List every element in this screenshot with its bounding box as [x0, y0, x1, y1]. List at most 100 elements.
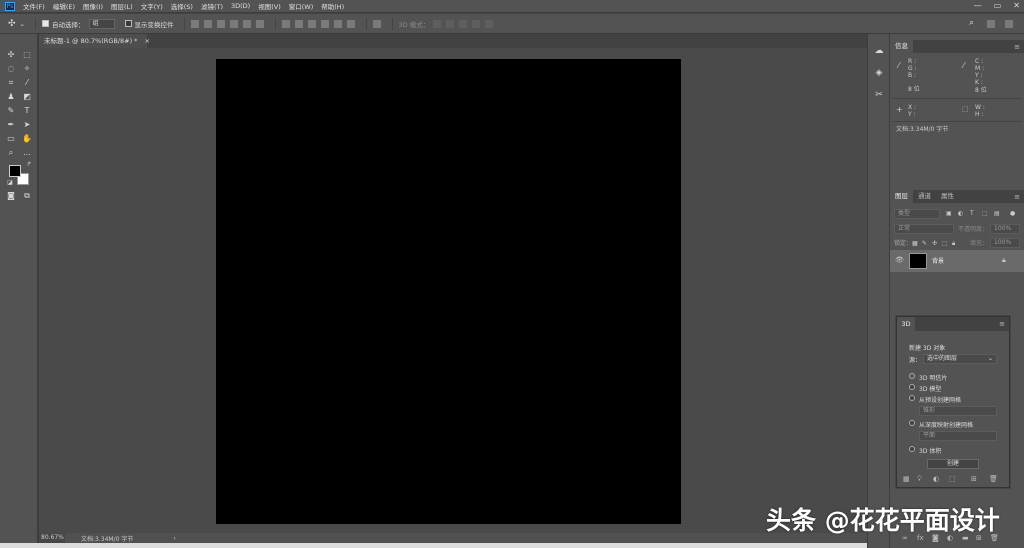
panel-menu-icon[interactable]: ≡ [999, 320, 1005, 328]
foreground-color-swatch[interactable] [9, 165, 21, 177]
auto-select-dropdown[interactable]: 组 [88, 18, 115, 29]
menu-file[interactable]: 文件(F) [23, 1, 45, 11]
screen-mode-icon[interactable]: ⧉ [21, 191, 33, 201]
status-menu-arrow-icon[interactable]: › [173, 535, 175, 542]
layer-thumbnail[interactable] [909, 253, 927, 269]
distribute-left-icon[interactable] [320, 19, 329, 28]
close-button[interactable]: ✕ [1013, 1, 1020, 10]
lock-artboard-icon[interactable]: ⬚ [942, 240, 948, 247]
workspace-icon[interactable] [987, 20, 995, 28]
lock-pixels-icon[interactable]: ✎ [922, 240, 927, 247]
align-right-icon[interactable] [255, 19, 264, 28]
distribute-top-icon[interactable] [281, 19, 290, 28]
source-dropdown[interactable]: 选中的图层 ⌄ [923, 354, 997, 364]
align-bottom-icon[interactable] [216, 19, 225, 28]
layer-name[interactable]: 背景 [932, 258, 944, 265]
filter-adjustment-icon[interactable]: ◐ [958, 210, 963, 217]
create-button[interactable]: 创建 [927, 459, 979, 469]
menu-filter[interactable]: 滤镜(T) [201, 1, 223, 11]
preset-dropdown[interactable]: 锥形 [919, 406, 997, 416]
move-tool-icon[interactable]: ✣ [5, 50, 17, 60]
tab-info[interactable]: 信息 [890, 40, 913, 53]
hand-tool-icon[interactable]: ✋ [21, 134, 33, 144]
align-hcenter-icon[interactable] [242, 19, 251, 28]
tab-layers[interactable]: 图层 [890, 190, 913, 203]
magic-wand-tool-icon[interactable]: ✧ [21, 64, 33, 74]
document-canvas[interactable] [216, 59, 681, 524]
auto-select-checkbox[interactable] [42, 20, 49, 27]
opacity-field[interactable]: 100% [990, 224, 1020, 234]
radio-3d-model[interactable] [909, 384, 915, 390]
menu-select[interactable]: 选择(S) [171, 1, 193, 11]
3d-pan-icon[interactable] [459, 19, 468, 28]
filter-smart-object-icon[interactable]: ▤ [994, 210, 1000, 217]
3d-roll-icon[interactable] [446, 19, 455, 28]
panel-menu-icon[interactable]: ≡ [1014, 193, 1020, 201]
quick-mask-icon[interactable]: ◙ [5, 191, 17, 201]
visibility-eye-icon[interactable]: 👁︎ [895, 257, 904, 264]
tool-preset-dropdown-icon[interactable]: ⌄ [20, 20, 25, 28]
3d-scale-icon[interactable] [485, 19, 494, 28]
default-colors-icon[interactable]: ◪ [4, 178, 16, 188]
tab-properties[interactable]: 属性 [936, 190, 959, 203]
menu-help[interactable]: 帮助(H) [321, 1, 344, 11]
lock-transparent-icon[interactable]: ▦ [912, 240, 918, 247]
depth-dropdown[interactable]: 平面 [919, 431, 997, 441]
3d-delete-icon[interactable]: 🗑︎ [989, 475, 998, 483]
brush-tool-icon[interactable]: ✎ [5, 106, 17, 116]
crop-tool-icon[interactable]: ⌗ [5, 78, 17, 88]
maximize-button[interactable]: ▭ [994, 1, 1002, 10]
blend-mode-dropdown[interactable]: 正常 [894, 224, 954, 234]
align-left-icon[interactable] [229, 19, 238, 28]
3d-scene-icon[interactable]: ▦ [903, 475, 910, 483]
rectangle-tool-icon[interactable]: ▭ [5, 134, 17, 144]
3d-add-icon[interactable]: ⊞ [971, 475, 977, 483]
show-transform-checkbox[interactable] [124, 20, 132, 27]
tab-channels[interactable]: 通道 [913, 190, 936, 203]
auto-align-icon[interactable] [372, 19, 381, 28]
filter-toggle-icon[interactable]: ● [1010, 210, 1015, 217]
search-icon[interactable]: ⌕ [969, 18, 974, 28]
align-vcenter-icon[interactable] [203, 19, 212, 28]
adjustments-icon[interactable]: ◈ [873, 68, 885, 79]
3d-slide-icon[interactable] [472, 19, 481, 28]
menu-layer[interactable]: 图层(L) [111, 1, 133, 11]
path-select-tool-icon[interactable]: ➤ [21, 120, 33, 130]
menu-3d[interactable]: 3D(D) [231, 2, 250, 10]
filter-pixel-icon[interactable]: ▣ [946, 210, 952, 217]
menu-window[interactable]: 窗口(W) [289, 1, 314, 11]
zoom-tool-icon[interactable]: ⌕ [5, 148, 17, 158]
menu-view[interactable]: 视图(V) [258, 1, 281, 11]
3d-orbit-icon[interactable] [433, 19, 442, 28]
filter-shape-icon[interactable]: ⬚ [982, 210, 988, 217]
minimize-button[interactable]: — [974, 1, 982, 10]
type-tool-icon[interactable]: T [21, 106, 33, 116]
stamp-tool-icon[interactable]: ♟ [5, 92, 17, 102]
distribute-vcenter-icon[interactable] [294, 19, 303, 28]
3d-material-icon[interactable]: ◐ [933, 475, 939, 483]
filter-type-icon[interactable]: T [970, 210, 974, 217]
distribute-hcenter-icon[interactable] [333, 19, 342, 28]
eyedropper-tool-icon[interactable]: ⁄ [21, 78, 33, 88]
panel-menu-icon[interactable]: ≡ [1014, 43, 1020, 51]
align-top-icon[interactable] [190, 19, 199, 28]
3d-camera-icon[interactable]: ⬚ [949, 475, 956, 483]
distribute-right-icon[interactable] [346, 19, 355, 28]
share-icon[interactable] [1005, 20, 1013, 28]
radio-3d-postcard[interactable] [909, 373, 915, 379]
libraries-icon[interactable]: ☁ [873, 46, 885, 57]
marquee-tool-icon[interactable]: ⬚ [21, 50, 33, 60]
document-tab[interactable]: 未标题-1 @ 80.7%(RGB/8#) * × [39, 34, 150, 48]
lasso-tool-icon[interactable]: ◌ [5, 64, 17, 74]
tools-preset-icon[interactable]: ✂ [873, 90, 885, 101]
menu-image[interactable]: 图像(I) [83, 1, 103, 11]
radio-mesh-from-depth[interactable] [909, 420, 915, 426]
radio-mesh-from-preset[interactable] [909, 395, 915, 401]
layer-filter-dropdown[interactable]: 类型 [894, 209, 940, 219]
eraser-tool-icon[interactable]: ◩ [21, 92, 33, 102]
pen-tool-icon[interactable]: ✒ [5, 120, 17, 130]
move-tool-icon[interactable]: ✣ [8, 19, 16, 29]
fill-field[interactable]: 100% [990, 238, 1020, 248]
lock-all-icon[interactable]: 🔒︎ [952, 240, 955, 247]
menu-edit[interactable]: 编辑(E) [53, 1, 75, 11]
